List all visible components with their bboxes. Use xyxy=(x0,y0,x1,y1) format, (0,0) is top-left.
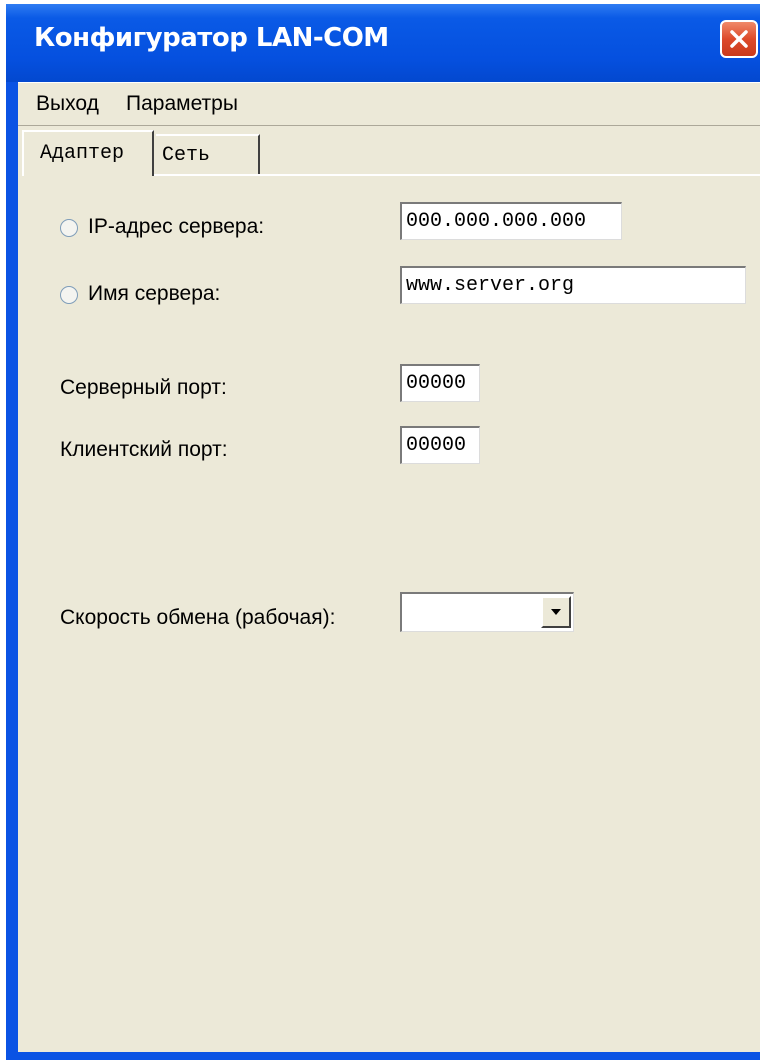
client-port-label: Клиентский порт: xyxy=(60,438,228,461)
menu-bar: Выход Параметры xyxy=(18,82,760,126)
close-button[interactable] xyxy=(720,20,758,58)
client-area: Выход Параметры Адаптер Сеть IP-адрес се… xyxy=(18,82,760,1052)
server-port-field[interactable]: 00000 xyxy=(400,364,480,402)
close-x-icon xyxy=(730,30,748,48)
server-name-field[interactable]: www.server.org xyxy=(400,266,746,304)
server-name-label: Имя сервера: xyxy=(88,282,221,305)
dropdown-button[interactable] xyxy=(541,596,571,628)
tab-network[interactable]: Сеть xyxy=(156,134,260,174)
title-bar[interactable]: Конфигуратор LAN-COM xyxy=(6,4,760,82)
exchange-speed-select[interactable] xyxy=(400,592,574,632)
tab-adapter[interactable]: Адаптер xyxy=(22,130,154,176)
ip-address-label: IP-адрес сервера: xyxy=(88,215,265,238)
menu-parameters[interactable]: Параметры xyxy=(126,92,238,116)
tab-strip-line xyxy=(152,174,760,176)
exchange-speed-label: Скорость обмена (рабочая): xyxy=(60,606,336,629)
ip-address-radio[interactable] xyxy=(60,219,78,237)
ip-address-field[interactable]: 000.000.000.000 xyxy=(400,202,622,240)
server-name-radio[interactable] xyxy=(60,286,78,304)
window-title: Конфигуратор LAN-COM xyxy=(34,23,389,53)
server-port-label: Серверный порт: xyxy=(60,376,227,399)
menu-exit[interactable]: Выход xyxy=(36,92,99,116)
app-window: Конфигуратор LAN-COM Выход Параметры Ада… xyxy=(6,4,760,1060)
chevron-down-icon xyxy=(551,609,561,615)
client-port-field[interactable]: 00000 xyxy=(400,426,480,464)
